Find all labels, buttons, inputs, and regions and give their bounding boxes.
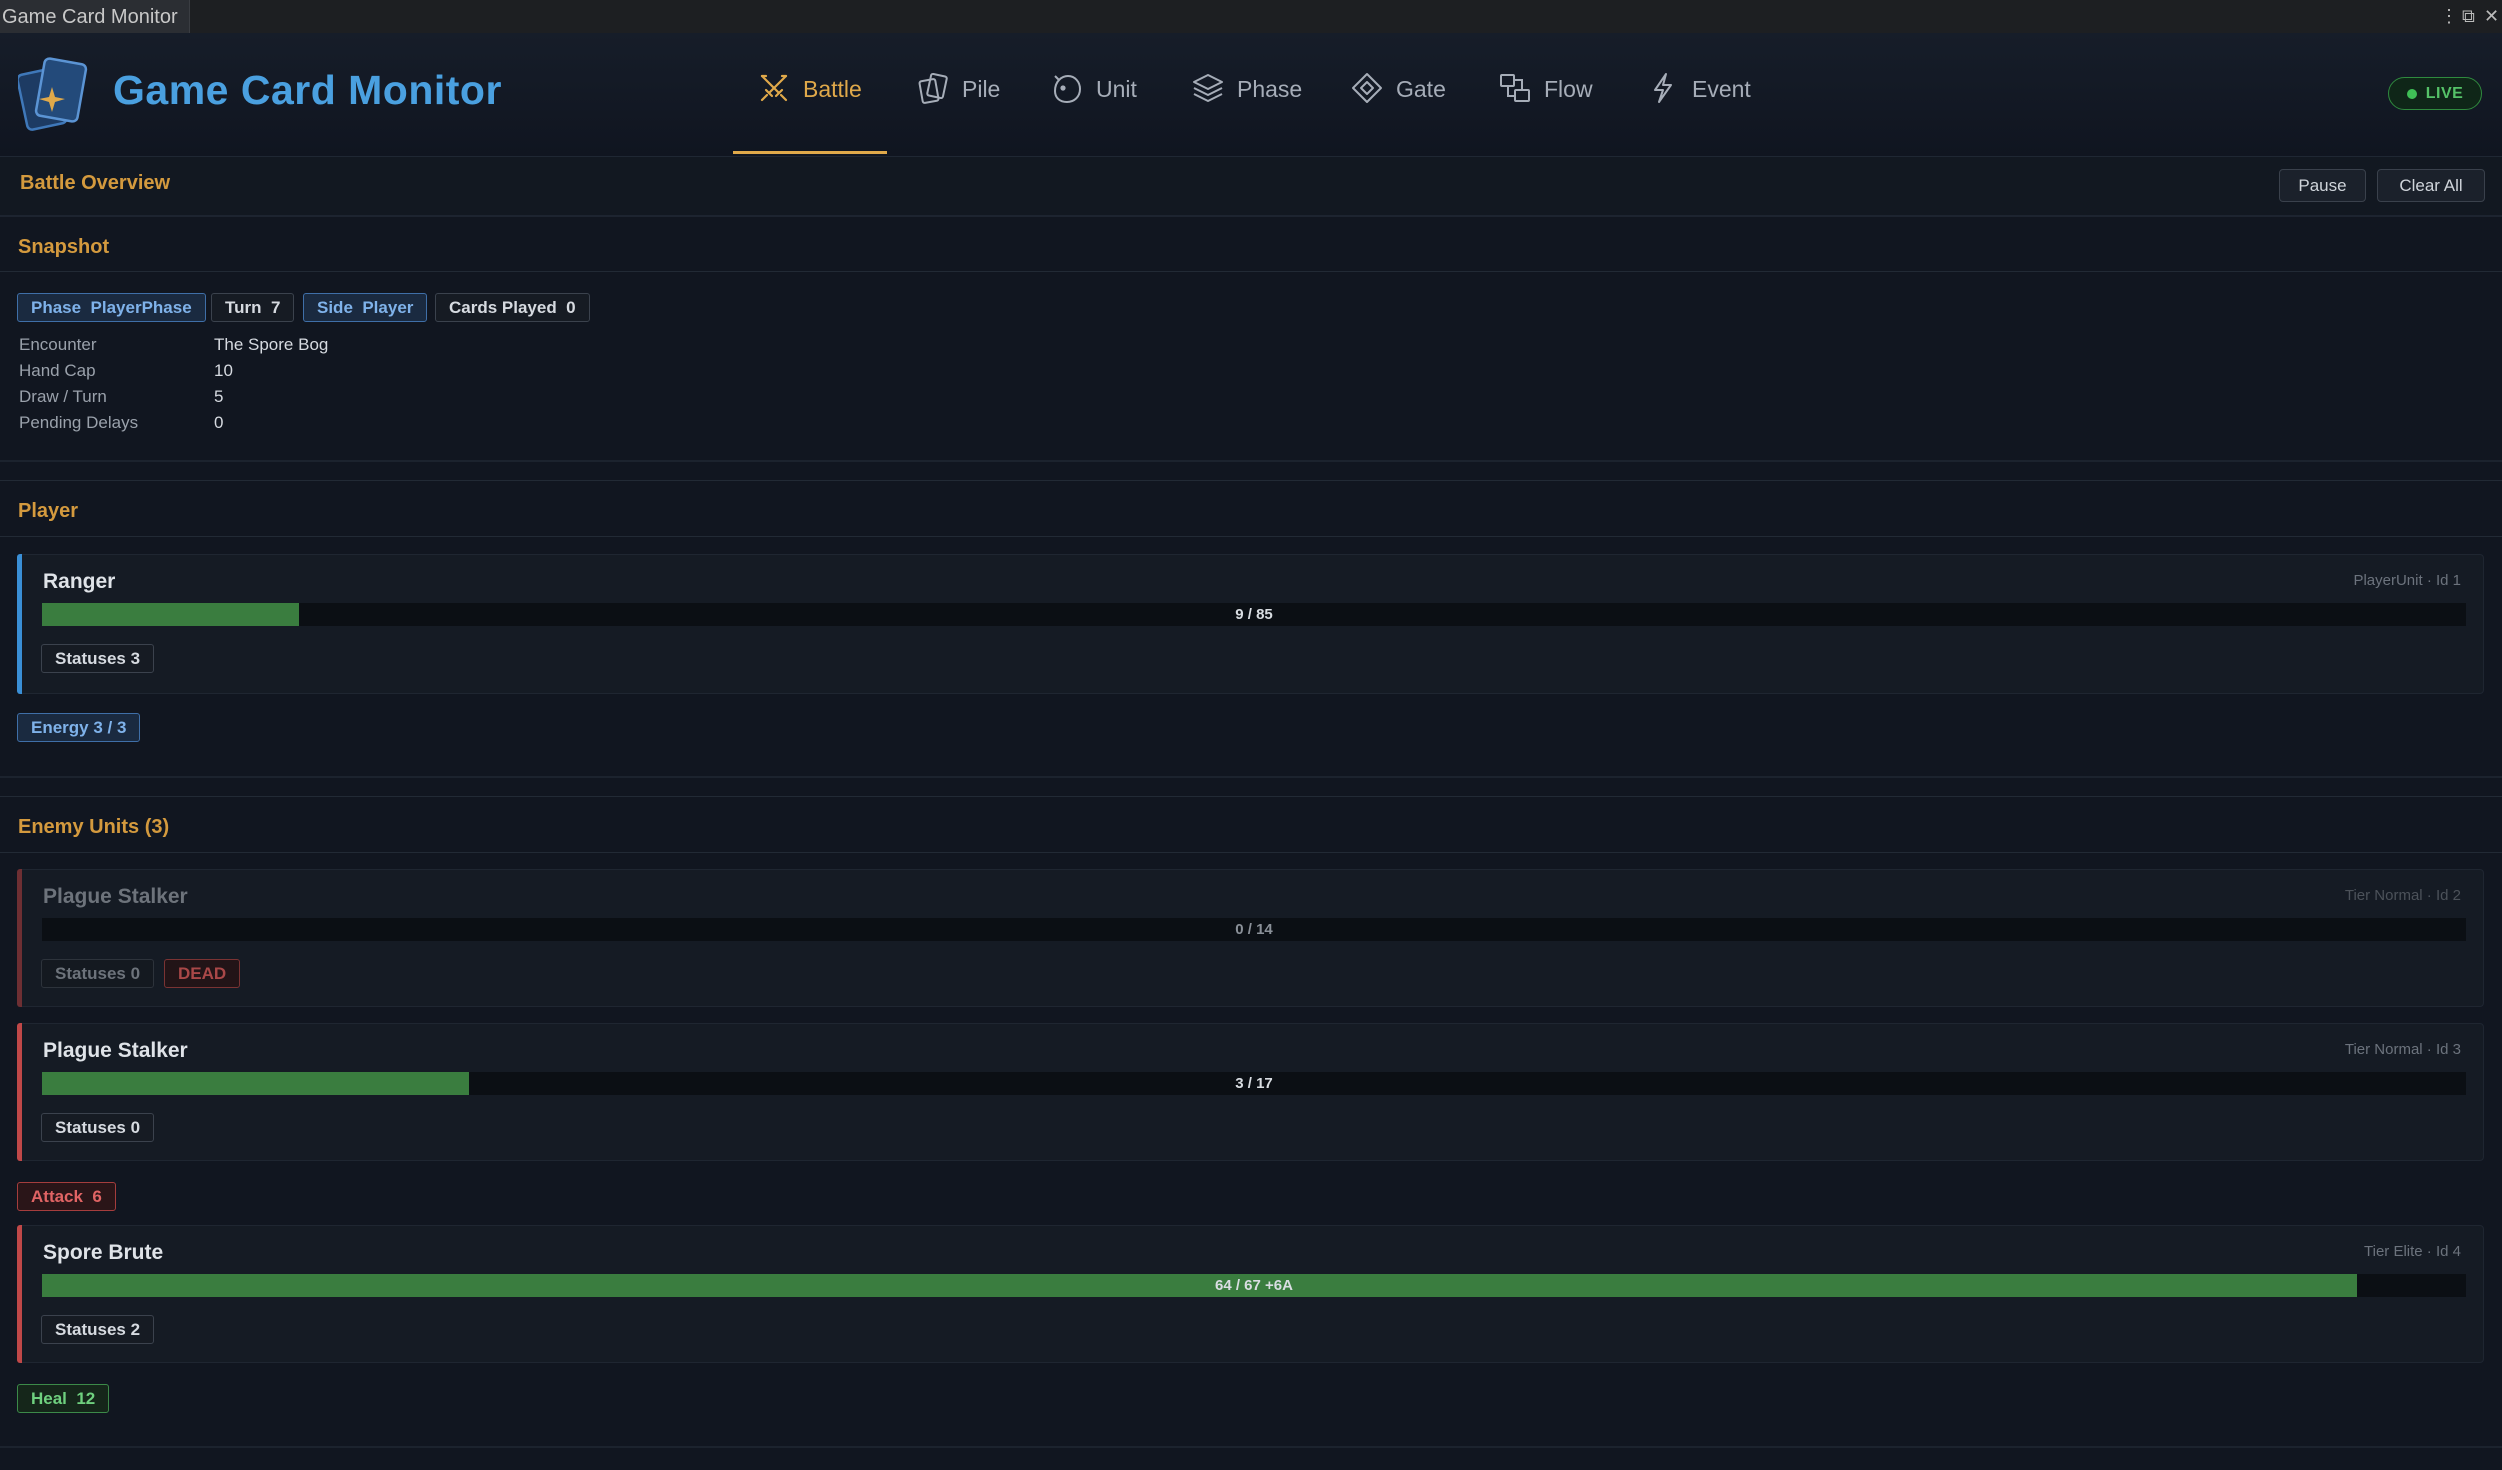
enemy-unit-card[interactable]: Spore Brute Tier Elite · Id 4 64 / 67 +6… [17, 1225, 2484, 1363]
tab-pile[interactable]: Pile [916, 72, 1001, 153]
enemy-accent-bar [17, 1225, 22, 1363]
hp-bar: 9 / 85 [42, 603, 2466, 626]
tab-phase[interactable]: Phase [1191, 73, 1302, 153]
pending-delays-key: Pending Delays [19, 413, 139, 432]
unit-meta: Tier Normal · Id 3 [2344, 1041, 2461, 1058]
unit-name: Ranger [43, 570, 116, 593]
restore-window-icon[interactable]: ⧉ [2462, 4, 2475, 28]
pending-delays-value: 0 [214, 413, 224, 432]
overview-title: Battle Overview [20, 172, 171, 194]
tab-gate-label: Gate [1396, 76, 1446, 102]
tab-battle-label: Battle [803, 76, 862, 102]
tab-unit-label: Unit [1096, 76, 1137, 102]
section-divider [0, 776, 2502, 778]
clear-all-button[interactable]: Clear All [2377, 169, 2485, 202]
tab-gate[interactable]: Gate [1350, 73, 1446, 153]
heal-intent-chip: Heal 12 [17, 1384, 110, 1413]
hp-text: 64 / 67 +6A [1215, 1277, 1293, 1294]
live-label: LIVE [2425, 84, 2464, 102]
window-titlebar: Game Card Monitor ⋮ ⧉ ✕ [0, 0, 2502, 34]
encounter-key: Encounter [19, 335, 97, 354]
hp-text: 9 / 85 [1235, 606, 1273, 623]
enemy-accent-bar [17, 1023, 22, 1161]
cards-pile-icon [918, 72, 948, 104]
unit-meta: Tier Elite · Id 4 [2364, 1243, 2461, 1260]
side-chip: Side Player [303, 293, 428, 322]
attack-intent-chip: Attack 6 [17, 1182, 116, 1211]
unit-name: Plague Stalker [43, 1039, 188, 1062]
tab-unit[interactable]: Unit [1050, 73, 1137, 153]
cards-played-chip: Cards Played 0 [435, 293, 590, 322]
tab-flow[interactable]: Flow [1498, 73, 1593, 153]
turn-chip: Turn 7 [211, 293, 295, 322]
divider [0, 480, 2502, 481]
hand-cap-key: Hand Cap [19, 361, 96, 380]
hp-bar: 0 / 14 [42, 918, 2466, 941]
live-status-badge: LIVE [2388, 77, 2482, 110]
diamond-gate-icon [1352, 73, 1382, 103]
draw-per-turn-key: Draw / Turn [19, 387, 107, 406]
tab-event[interactable]: Event [1646, 73, 1751, 153]
phase-chip: Phase PlayerPhase [17, 293, 206, 322]
app-header: Game Card Monitor Battle Pile Unit Phase… [0, 33, 2502, 157]
statuses-chip[interactable]: Statuses 0 [41, 1113, 155, 1142]
layers-icon [1193, 74, 1223, 102]
enemy-unit-card[interactable]: Plague Stalker Tier Normal · Id 3 3 / 17… [17, 1023, 2484, 1161]
enemy-units-title: Enemy Units (3) [18, 816, 170, 838]
energy-chip: Energy 3 / 3 [17, 713, 141, 742]
divider [0, 536, 2502, 537]
more-options-icon[interactable]: ⋮ [2440, 4, 2458, 28]
divider [0, 852, 2502, 853]
dead-badge: DEAD [164, 959, 241, 988]
snapshot-title: Snapshot [18, 236, 110, 258]
statuses-chip[interactable]: Statuses 3 [41, 644, 155, 673]
divider [0, 796, 2502, 797]
draw-per-turn-value: 5 [214, 387, 224, 406]
player-accent-bar [17, 554, 22, 694]
unit-name: Spore Brute [43, 1241, 164, 1264]
flow-icon [1500, 74, 1530, 102]
live-dot-icon [2406, 88, 2417, 99]
tab-flow-label: Flow [1544, 76, 1593, 102]
hp-bar: 64 / 67 +6A [42, 1274, 2466, 1297]
crossed-swords-icon [760, 74, 788, 102]
unit-meta: PlayerUnit · Id 1 [2353, 572, 2461, 589]
tab-pile-label: Pile [962, 76, 1001, 102]
active-tab-indicator [733, 151, 887, 154]
unit-meta: Tier Normal · Id 2 [2344, 887, 2461, 904]
hand-cap-value: 10 [214, 361, 233, 380]
tab-battle[interactable]: Battle [733, 73, 887, 154]
pause-button[interactable]: Pause [2279, 169, 2366, 202]
unit-name: Plague Stalker [43, 885, 188, 908]
enemy-unit-card[interactable]: Plague Stalker Tier Normal · Id 2 0 / 14… [17, 869, 2484, 1007]
lightning-icon [1654, 73, 1672, 103]
section-divider [0, 1446, 2502, 1448]
hp-text: 3 / 17 [1235, 1075, 1273, 1092]
app-title: Game Card Monitor [113, 67, 502, 113]
enemy-accent-bar [17, 869, 22, 1007]
close-window-icon[interactable]: ✕ [2484, 4, 2499, 28]
hp-bar: 3 / 17 [42, 1072, 2466, 1095]
hp-text: 0 / 14 [1235, 921, 1273, 938]
statuses-chip[interactable]: Statuses 2 [41, 1315, 155, 1344]
divider [0, 271, 2502, 272]
player-unit-card[interactable]: Ranger PlayerUnit · Id 1 9 / 85 Statuses… [17, 554, 2484, 694]
encounter-value: The Spore Bog [214, 335, 329, 354]
tab-phase-label: Phase [1237, 76, 1303, 102]
window-tab[interactable]: Game Card Monitor [0, 0, 190, 33]
unit-face-icon [1053, 74, 1082, 104]
section-divider [0, 460, 2502, 462]
overview-toolbar: Battle Overview Pause Clear All [0, 157, 2502, 217]
statuses-chip[interactable]: Statuses 0 [41, 959, 155, 988]
player-title: Player [18, 500, 79, 522]
card-game-logo-icon [18, 57, 88, 131]
tab-event-label: Event [1692, 76, 1751, 102]
